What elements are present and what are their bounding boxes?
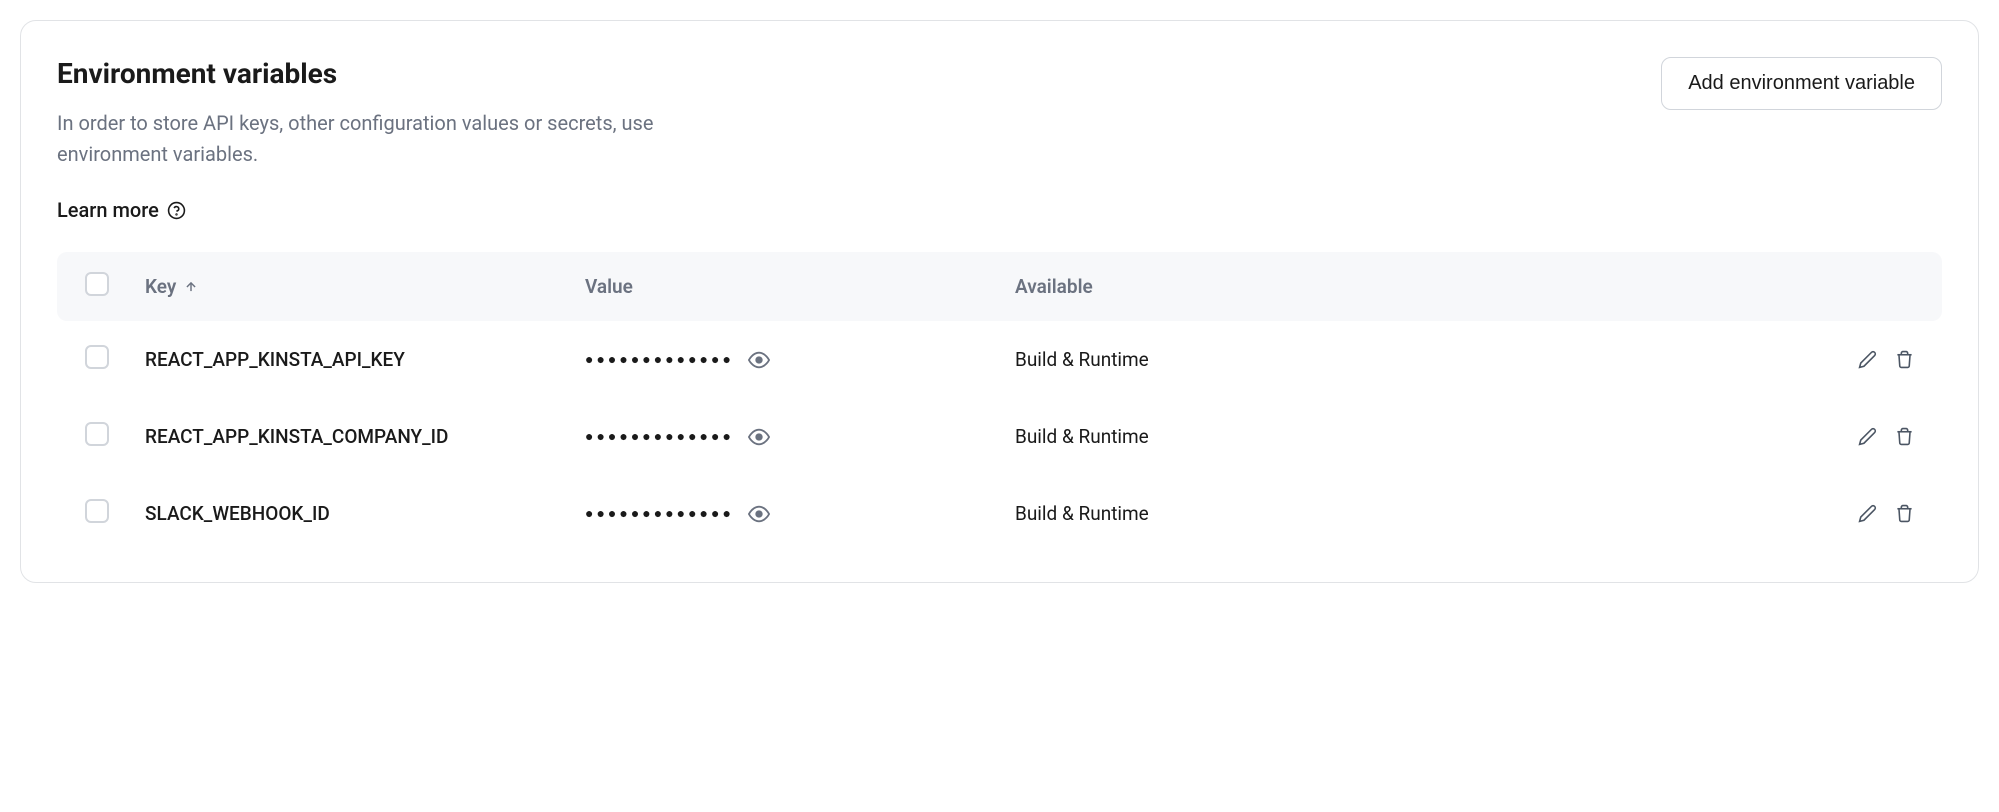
- sort-ascending-icon: [184, 280, 198, 294]
- learn-more-link[interactable]: Learn more: [57, 198, 187, 222]
- masked-value: ●●●●●●●●●●●●●: [585, 351, 734, 368]
- page-description: In order to store API keys, other config…: [57, 108, 657, 170]
- env-key: SLACK_WEBHOOK_ID: [145, 502, 330, 525]
- row-checkbox[interactable]: [85, 345, 109, 369]
- page-title: Environment variables: [57, 57, 657, 90]
- card-header: Environment variables In order to store …: [57, 57, 1942, 222]
- reveal-icon[interactable]: [748, 349, 770, 371]
- learn-more-label: Learn more: [57, 198, 159, 222]
- table-row: SLACK_WEBHOOK_ID ●●●●●●●●●●●●● Build & R…: [57, 475, 1942, 552]
- env-vars-table: Key Value Available REACT_APP_KINSTA_API…: [57, 252, 1942, 552]
- table-header-row: Key Value Available: [57, 252, 1942, 321]
- delete-icon[interactable]: [1895, 504, 1914, 523]
- column-header-key[interactable]: Key: [145, 275, 585, 298]
- header-left: Environment variables In order to store …: [57, 57, 657, 222]
- edit-icon[interactable]: [1858, 427, 1877, 446]
- row-checkbox[interactable]: [85, 499, 109, 523]
- env-key: REACT_APP_KINSTA_API_KEY: [145, 348, 405, 371]
- add-environment-variable-button[interactable]: Add environment variable: [1661, 57, 1942, 110]
- column-header-available: Available: [1015, 275, 1824, 298]
- reveal-icon[interactable]: [748, 426, 770, 448]
- availability: Build & Runtime: [1015, 502, 1149, 525]
- env-key: REACT_APP_KINSTA_COMPANY_ID: [145, 425, 448, 448]
- column-key-label: Key: [145, 275, 176, 298]
- masked-value: ●●●●●●●●●●●●●: [585, 505, 734, 522]
- reveal-icon[interactable]: [748, 503, 770, 525]
- availability: Build & Runtime: [1015, 425, 1149, 448]
- delete-icon[interactable]: [1895, 427, 1914, 446]
- environment-variables-card: Environment variables In order to store …: [20, 20, 1979, 583]
- help-icon: [167, 200, 187, 220]
- select-all-checkbox[interactable]: [85, 272, 109, 296]
- delete-icon[interactable]: [1895, 350, 1914, 369]
- edit-icon[interactable]: [1858, 350, 1877, 369]
- table-row: REACT_APP_KINSTA_API_KEY ●●●●●●●●●●●●● B…: [57, 321, 1942, 398]
- header-checkbox-cell: [85, 272, 145, 301]
- table-row: REACT_APP_KINSTA_COMPANY_ID ●●●●●●●●●●●●…: [57, 398, 1942, 475]
- masked-value: ●●●●●●●●●●●●●: [585, 428, 734, 445]
- edit-icon[interactable]: [1858, 504, 1877, 523]
- availability: Build & Runtime: [1015, 348, 1149, 371]
- row-checkbox[interactable]: [85, 422, 109, 446]
- column-header-value: Value: [585, 275, 1015, 298]
